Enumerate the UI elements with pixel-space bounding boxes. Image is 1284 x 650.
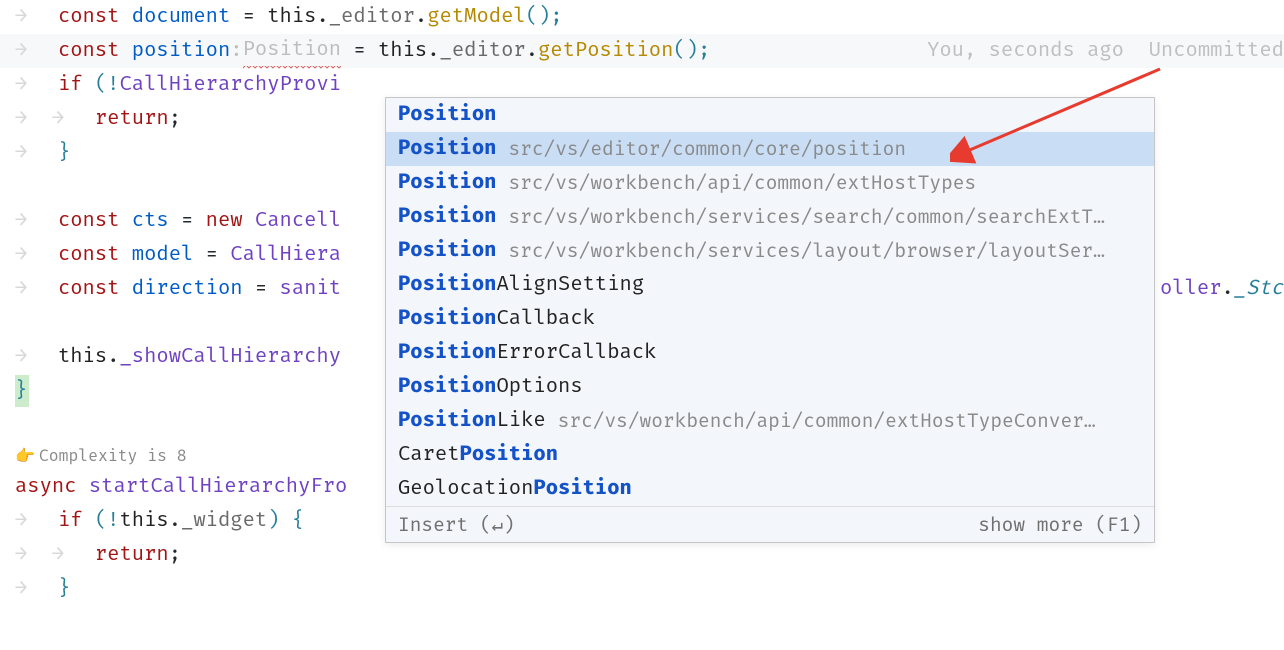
pointing-hand-icon: 👉	[15, 439, 35, 473]
identifier: document	[132, 0, 230, 34]
suggestion-item[interactable]: Position src/vs/workbench/api/common/extH…	[386, 166, 1154, 200]
punct: =	[230, 0, 267, 34]
suggestion-item[interactable]: Position src/vs/workbench/services/search…	[386, 200, 1154, 234]
suggestion-label: PositionAlignSetting	[398, 268, 644, 302]
suggestion-label: CaretPosition	[398, 438, 558, 472]
suggestion-detail: src/vs/workbench/services/layout/browser…	[508, 234, 1104, 268]
code-lens-text: Complexity is 8	[39, 439, 187, 473]
suggestion-label: Position	[398, 132, 496, 166]
suggestion-item[interactable]: PositionOptions	[386, 370, 1154, 404]
code-line[interactable]: → → return;	[0, 538, 1284, 572]
insert-hint[interactable]: Insert (↵)	[398, 508, 515, 542]
suggestion-item[interactable]: Position src/vs/workbench/services/layout…	[386, 234, 1154, 268]
suggestion-label: PositionLike	[398, 404, 546, 438]
suggestion-status-bar: Insert (↵) show more (F1)	[386, 506, 1154, 542]
code-line[interactable]: → const document = this._editor.getModel…	[0, 0, 1284, 34]
suggestion-label: PositionOptions	[398, 370, 583, 404]
keyword: const	[58, 0, 132, 34]
this: this	[267, 0, 316, 34]
code-line-active[interactable]: → const position:Position = this._editor…	[0, 34, 1284, 68]
call: getModel	[427, 0, 525, 34]
indent-guide: →	[15, 34, 52, 68]
suggestion-item[interactable]: PositionCallback	[386, 302, 1154, 336]
suggestion-label: Position	[398, 200, 496, 234]
suggestion-item[interactable]: GeolocationPosition	[386, 472, 1154, 506]
code-line[interactable]: → }	[0, 572, 1284, 606]
suggestion-item[interactable]: CaretPosition	[386, 438, 1154, 472]
suggestion-item[interactable]: PositionAlignSetting	[386, 268, 1154, 302]
property: _editor	[329, 0, 415, 34]
suggestion-label: PositionCallback	[398, 302, 595, 336]
type-hint-error: Position	[243, 33, 341, 69]
suggestion-item[interactable]: Position src/vs/editor/common/core/positi…	[386, 132, 1154, 166]
suggestion-item[interactable]: PositionLike src/vs/workbench/api/common/…	[386, 404, 1154, 438]
suggestion-label: Position	[398, 98, 496, 132]
suggestion-label: PositionErrorCallback	[398, 336, 656, 370]
suggestion-detail: src/vs/workbench/api/common/extHostTypes	[508, 166, 976, 200]
suggestion-detail: src/vs/workbench/api/common/extHostTypeC…	[558, 404, 1096, 438]
suggestion-detail: src/vs/workbench/services/search/common/…	[508, 200, 1104, 234]
show-more-hint[interactable]: show more (F1)	[978, 508, 1142, 542]
suggestion-label: GeolocationPosition	[398, 472, 632, 506]
suggestion-detail: src/vs/editor/common/core/position	[508, 132, 906, 166]
suggestion-label: Position	[398, 166, 496, 200]
suggestion-item[interactable]: PositionErrorCallback	[386, 336, 1154, 370]
git-blame: You, seconds ago Uncommitted	[927, 34, 1284, 68]
suggestion-widget[interactable]: PositionPositionsrc/vs/editor/common/cor…	[385, 97, 1155, 543]
suggestion-item[interactable]: Position	[386, 98, 1154, 132]
suggestion-label: Position	[398, 234, 496, 268]
indent-guide: →	[15, 0, 52, 34]
